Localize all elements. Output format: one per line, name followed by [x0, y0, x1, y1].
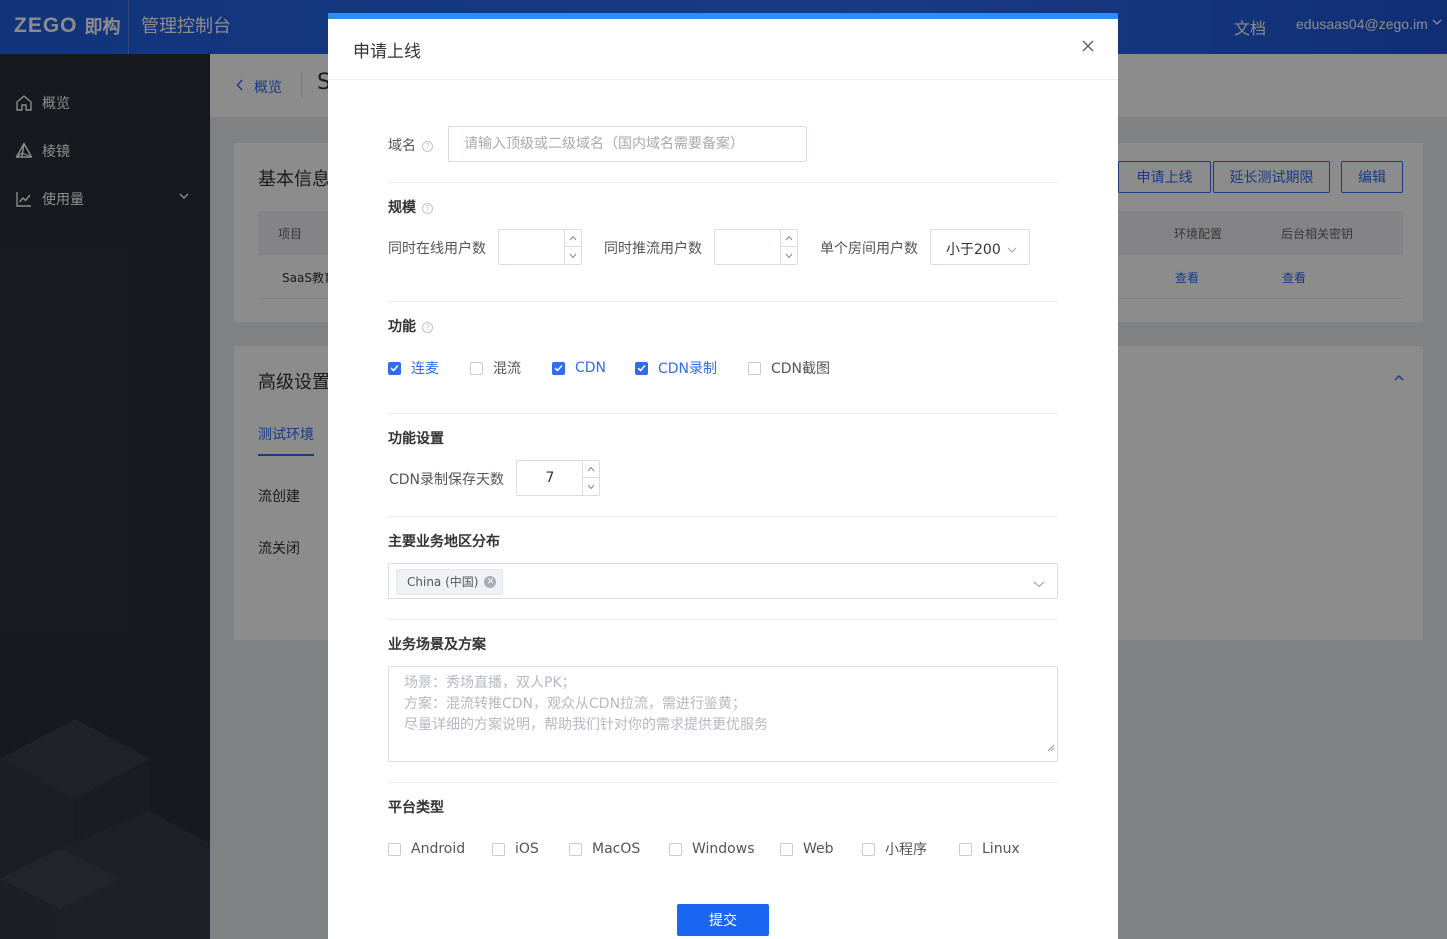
divider — [388, 301, 1058, 302]
tag-remove-icon[interactable]: ✕ — [484, 576, 497, 588]
placeholder-line: 场景：秀场直播，双人PK； — [404, 675, 576, 691]
resize-handle-icon[interactable] — [1047, 738, 1055, 759]
apply-online-modal: 申请上线 域名? 请输入顶级或二级域名（国内域名需要备案） 规模? 同时在线用户… — [328, 13, 1118, 939]
stepper-arrows — [780, 230, 797, 264]
scale-title-text: 规模 — [388, 200, 416, 216]
push-users-label: 同时推流用户数 — [604, 241, 702, 257]
stepper-value[interactable] — [715, 230, 781, 264]
domain-label-text: 域名 — [388, 138, 416, 154]
checkbox-icon — [780, 842, 793, 856]
region-select[interactable]: China (中国) ✕ — [388, 563, 1058, 599]
checkbox-checked-icon — [635, 361, 648, 375]
feature-checkbox-cdn-record[interactable]: CDN录制 — [635, 359, 717, 377]
checkbox-icon — [492, 842, 505, 856]
stepper-value[interactable] — [499, 230, 565, 264]
scenario-textarea[interactable]: 场景：秀场直播，双人PK； 方案：混流转推CDN，观众从CDN拉流，需进行鉴黄；… — [388, 666, 1058, 762]
placeholder-line: 方案：混流转推CDN，观众从CDN拉流，需进行鉴黄； — [404, 696, 747, 712]
submit-button[interactable]: 提交 — [677, 904, 769, 936]
platform-checkbox-linux[interactable]: Linux — [959, 840, 1020, 858]
feature-settings-title: 功能设置 — [388, 431, 444, 447]
platform-checkbox-ios[interactable]: iOS — [492, 840, 539, 858]
checkbox-label: MacOS — [592, 841, 641, 857]
feature-checkbox-lianmai[interactable]: 连麦 — [388, 359, 439, 377]
arrow-down-icon[interactable] — [583, 478, 599, 495]
features-title-text: 功能 — [388, 319, 416, 335]
checkbox-label: CDN录制 — [658, 361, 718, 377]
checkbox-icon — [748, 361, 761, 375]
platform-checkbox-android[interactable]: Android — [388, 840, 465, 858]
stepper-value[interactable]: 7 — [517, 461, 583, 495]
arrow-down-icon[interactable] — [781, 247, 797, 264]
checkbox-icon — [959, 842, 972, 856]
chevron-down-icon[interactable] — [1033, 576, 1045, 592]
room-users-label: 单个房间用户数 — [820, 241, 918, 257]
region-section-title: 主要业务地区分布 — [388, 534, 500, 550]
checkbox-label: 混流 — [493, 361, 521, 377]
checkbox-label: iOS — [515, 841, 539, 857]
scenario-section-title: 业务场景及方案 — [388, 637, 486, 653]
arrow-up-icon[interactable] — [781, 230, 797, 247]
divider — [388, 413, 1058, 414]
feature-checkbox-cdn-snapshot[interactable]: CDN截图 — [748, 359, 830, 377]
help-icon[interactable]: ? — [422, 321, 433, 333]
stepper-arrows — [564, 230, 581, 264]
checkbox-icon — [470, 361, 483, 375]
checkbox-icon — [669, 842, 682, 856]
domain-input[interactable]: 请输入顶级或二级域名（国内域名需要备案） — [448, 126, 807, 162]
platform-checkbox-web[interactable]: Web — [780, 840, 834, 858]
feature-checkbox-mix[interactable]: 混流 — [470, 359, 521, 377]
close-icon[interactable] — [1078, 36, 1098, 56]
online-users-label: 同时在线用户数 — [388, 241, 486, 257]
divider — [388, 516, 1058, 517]
domain-label: 域名? — [388, 135, 433, 155]
stepper-arrows — [582, 461, 599, 495]
features-section-title: 功能? — [388, 316, 433, 336]
scale-section-title: 规模? — [388, 197, 433, 217]
arrow-up-icon[interactable] — [565, 230, 581, 247]
chevron-down-icon — [1007, 242, 1017, 258]
checkbox-checked-icon — [388, 361, 401, 375]
platform-checkbox-windows[interactable]: Windows — [669, 840, 755, 858]
checkbox-icon — [862, 842, 875, 856]
divider — [388, 182, 1058, 183]
platform-section-title: 平台类型 — [388, 800, 444, 816]
modal-header: 申请上线 — [328, 19, 1118, 80]
checkbox-checked-icon — [552, 361, 565, 375]
cdn-days-label: CDN录制保存天数 — [389, 472, 505, 488]
arrow-down-icon[interactable] — [565, 247, 581, 264]
region-tag: China (中国) ✕ — [396, 569, 504, 595]
checkbox-icon — [569, 842, 582, 856]
placeholder-line: 尽量详细的方案说明，帮助我们针对你的需求提供更优服务 — [404, 717, 768, 733]
checkbox-label: Linux — [982, 841, 1020, 857]
help-icon[interactable]: ? — [422, 140, 433, 152]
checkbox-label: CDN — [575, 360, 607, 376]
arrow-up-icon[interactable] — [583, 461, 599, 478]
checkbox-icon — [388, 842, 401, 856]
room-users-select[interactable]: 小于200 — [930, 229, 1030, 265]
modal-title: 申请上线 — [353, 42, 421, 62]
divider — [388, 782, 1058, 783]
checkbox-label: Web — [803, 841, 834, 857]
cdn-days-stepper[interactable]: 7 — [516, 460, 600, 496]
checkbox-label: Android — [411, 841, 466, 857]
push-users-stepper[interactable] — [714, 229, 798, 265]
checkbox-label: 连麦 — [411, 361, 439, 377]
checkbox-label: 小程序 — [885, 842, 927, 858]
platform-checkbox-macos[interactable]: MacOS — [569, 840, 640, 858]
checkbox-label: Windows — [692, 841, 755, 857]
checkbox-label: CDN截图 — [771, 361, 831, 377]
divider — [388, 619, 1058, 620]
select-value: 小于200 — [946, 242, 1001, 258]
platform-checkbox-miniprogram[interactable]: 小程序 — [862, 840, 927, 858]
feature-checkbox-cdn[interactable]: CDN — [552, 359, 606, 377]
online-users-stepper[interactable] — [498, 229, 582, 265]
help-icon[interactable]: ? — [422, 202, 433, 214]
tag-label: China (中国) — [407, 575, 479, 589]
